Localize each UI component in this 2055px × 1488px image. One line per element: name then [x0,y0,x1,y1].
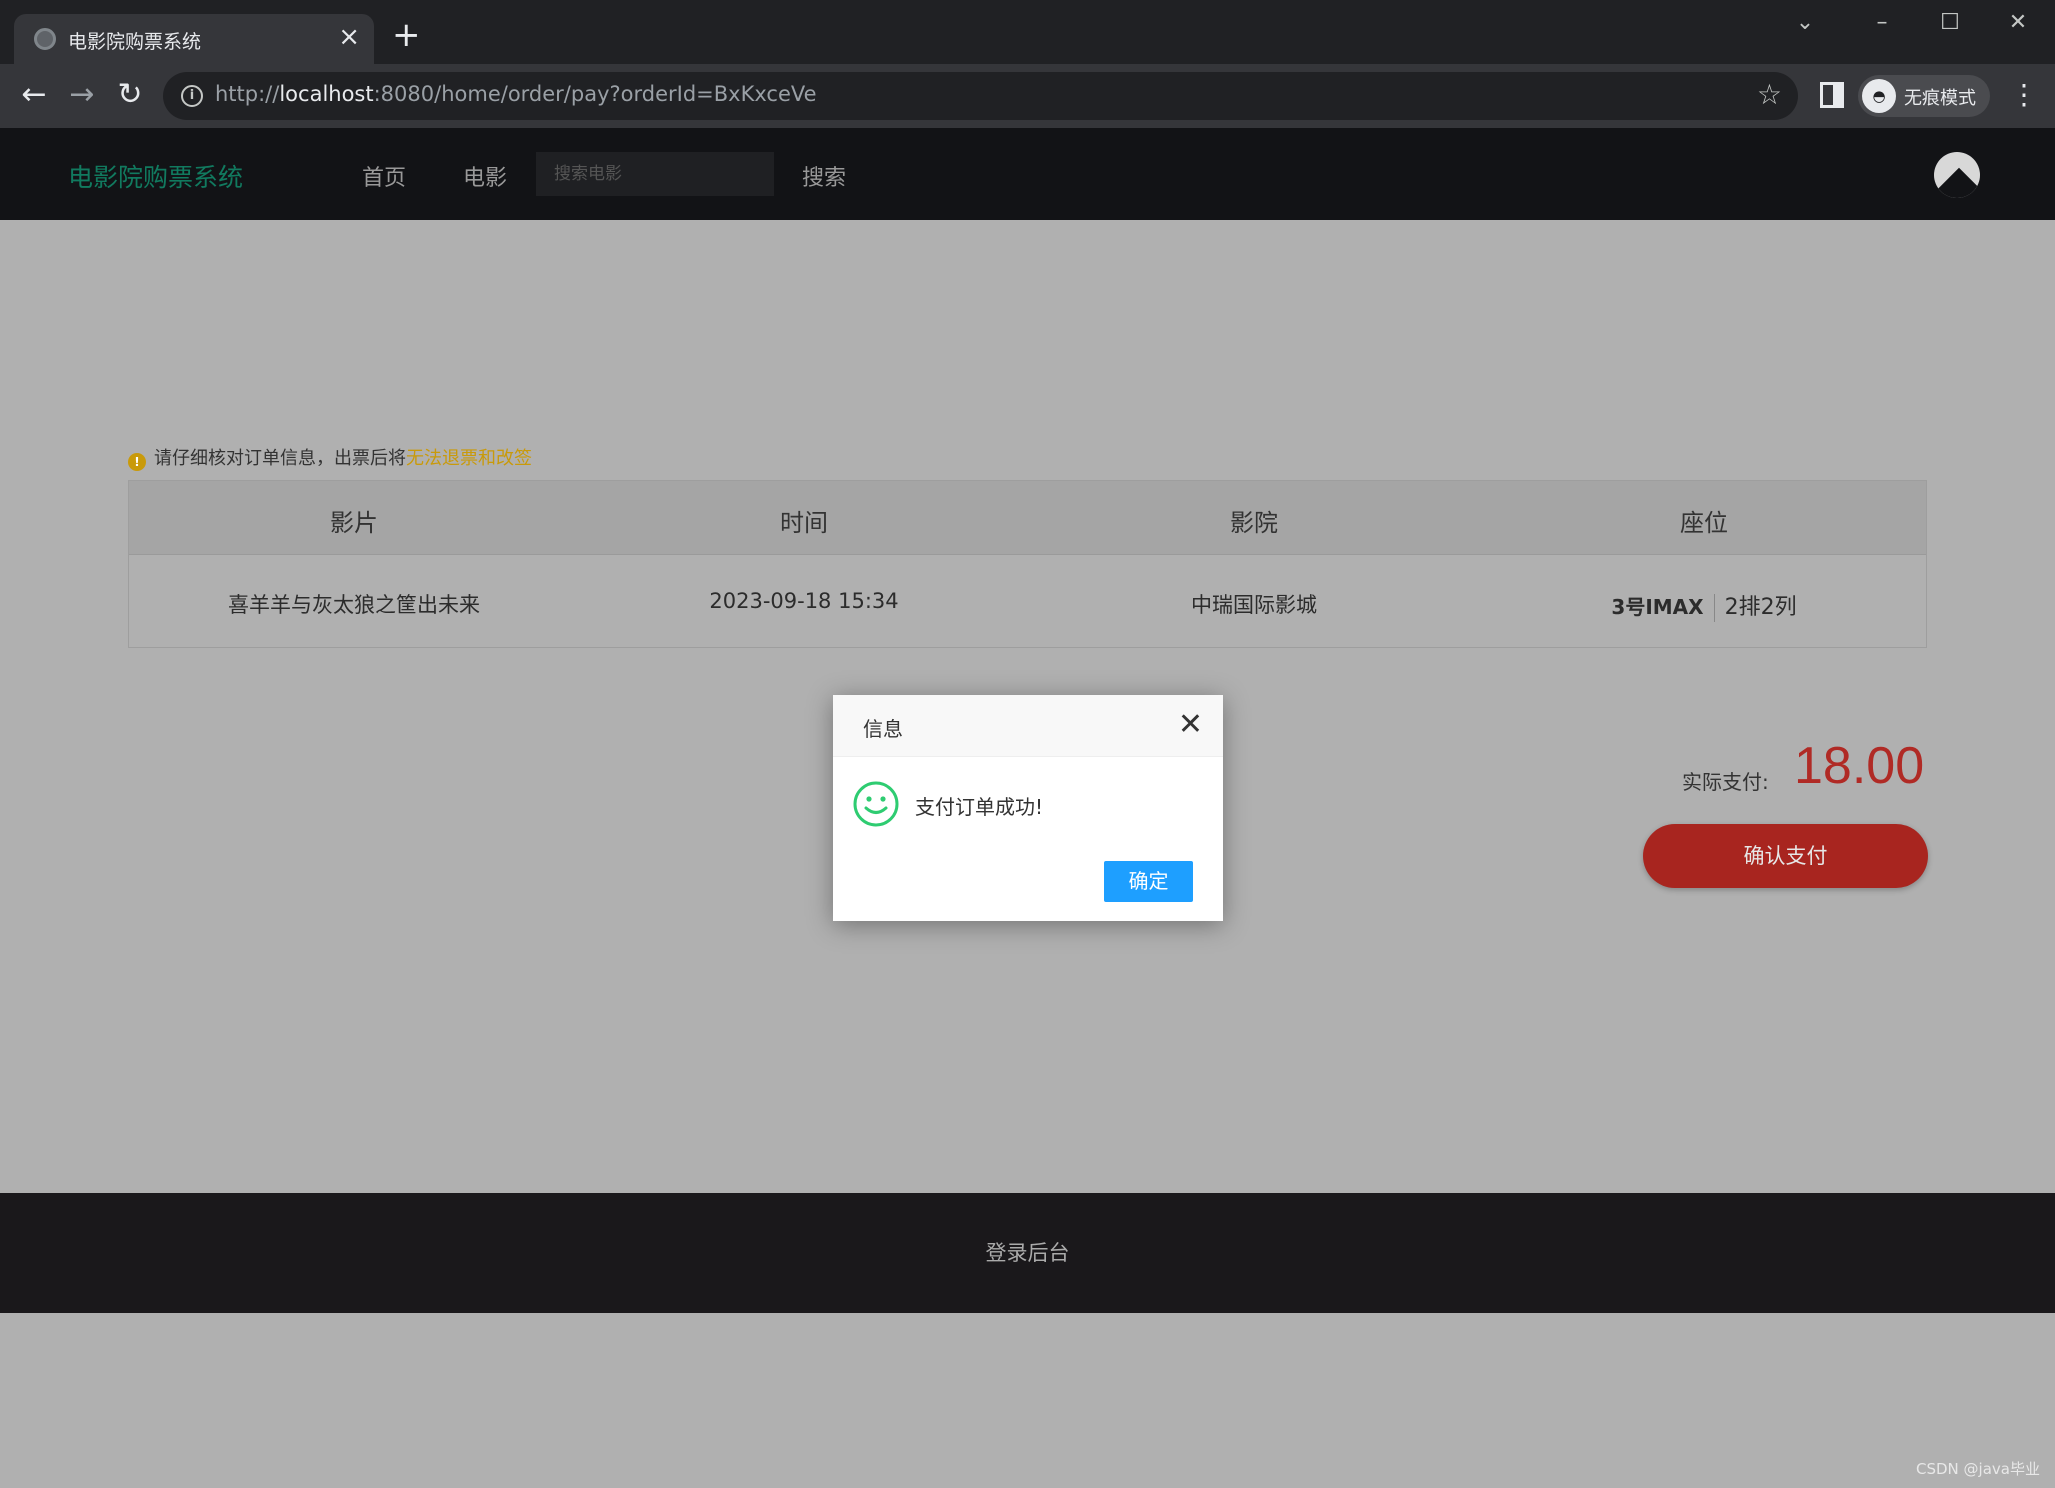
browser-menu-icon[interactable]: ⋮ [2010,78,2038,112]
header-cinema: 影院 [1230,509,1278,537]
tab-close-icon[interactable]: × [338,22,360,52]
watermark: CSDN @java毕业 [1916,1460,2040,1478]
ok-button[interactable]: 确定 [1104,861,1193,902]
url-scheme: http:// [215,82,280,106]
site-header: 电影院购票系统 首页 电影 搜索 [0,128,2055,220]
incognito-label: 无痕模式 [1904,88,1976,109]
tab-search-chevron-icon[interactable]: ⌄ [1785,8,1825,38]
dialog-message: 支付订单成功! [915,795,1044,819]
url-host: localhost [279,82,374,106]
address-bar[interactable]: i http://localhost:8080/home/order/pay?o… [163,72,1798,120]
globe-icon [34,28,56,50]
payment-label: 实际支付: [1682,770,1769,794]
tab-title: 电影院购票系统 [68,31,202,53]
nav-movies[interactable]: 电影 [463,160,507,192]
order-table: 影片 时间 影院 座位 喜羊羊与灰太狼之筐出未来 2023-09-18 15:3… [128,480,1927,648]
browser-toolbar: ← → ↻ i http://localhost:8080/home/order… [0,64,2055,128]
maximize-icon[interactable]: ☐ [1930,8,1970,38]
incognito-icon: ◓ [1862,79,1896,113]
header-seat: 座位 [1680,509,1728,537]
browser-tab-bar: 电影院购票系统 × + ⌄ – ☐ ✕ [0,0,2055,64]
new-tab-icon[interactable]: + [392,18,421,52]
back-arrow-icon[interactable]: ← [16,78,52,112]
seat-divider [1713,594,1715,622]
incognito-badge[interactable]: ◓ 无痕模式 [1858,75,1990,117]
side-panel-icon[interactable] [1820,82,1844,108]
seat-hall: 3号IMAX [1611,595,1704,619]
close-icon[interactable]: ✕ [1178,709,1203,741]
site-footer: 登录后台 [0,1193,2055,1313]
info-icon: ! [128,453,146,471]
notice-warning: 无法退票和改签 [406,448,532,469]
url-text: http://localhost:8080/home/order/pay?ord… [215,82,817,106]
nav-home[interactable]: 首页 [362,160,406,192]
search-input[interactable] [536,152,774,196]
window-close-icon[interactable]: ✕ [1998,8,2038,38]
notice-text: 请仔细核对订单信息，出票后将 [154,448,406,469]
minimize-icon[interactable]: – [1862,8,1902,38]
order-notice: ! 请仔细核对订单信息，出票后将无法退票和改签 [128,444,532,471]
admin-login-link[interactable]: 登录后台 [0,1237,2055,1267]
confirm-payment-button[interactable]: 确认支付 [1643,824,1928,888]
info-dialog: 信息 ✕ 支付订单成功! 确定 [833,695,1223,921]
url-path: :8080/home/order/pay?orderId=BxKxceVe [373,82,817,106]
seat-position: 2排2列 [1724,595,1797,620]
avatar[interactable] [1934,152,1980,198]
cell-seat: 3号IMAX 2排2列 [1479,589,1929,622]
smile-icon [853,781,899,827]
search-button[interactable]: 搜索 [802,160,846,192]
header-time: 时间 [780,509,828,537]
cell-movie: 喜羊羊与灰太狼之筐出未来 [228,593,480,617]
forward-arrow-icon[interactable]: → [64,78,100,112]
dialog-title: 信息 [863,717,903,741]
table-header: 影片 时间 影院 座位 [129,481,1926,555]
bookmark-star-icon[interactable]: ☆ [1757,78,1782,111]
dialog-header: 信息 ✕ [833,695,1223,757]
reload-icon[interactable]: ↻ [112,78,148,112]
site-info-icon[interactable]: i [181,85,203,107]
cell-time: 2023-09-18 15:34 [709,589,899,613]
cell-cinema: 中瑞国际影城 [1191,593,1317,617]
payment-amount: 18.00 [1794,737,1925,795]
browser-tab[interactable]: 电影院购票系统 × [14,14,374,64]
header-movie: 影片 [330,509,378,537]
site-brand[interactable]: 电影院购票系统 [68,158,243,194]
